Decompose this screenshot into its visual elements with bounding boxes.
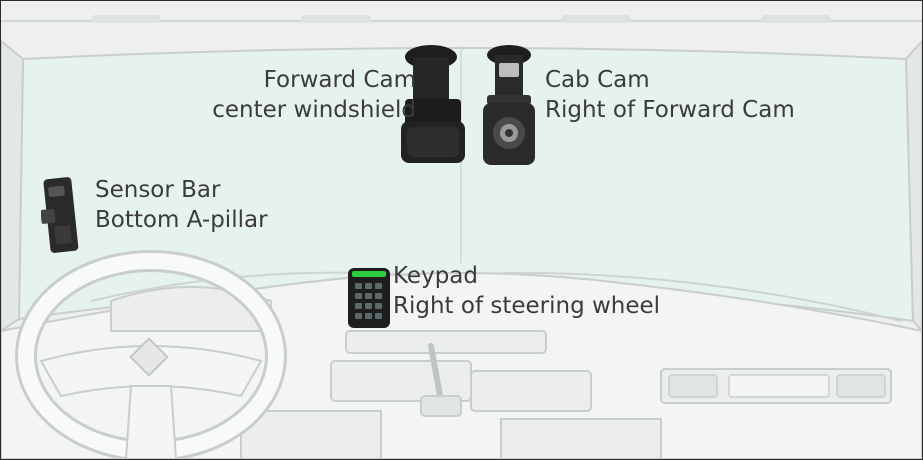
console-panel [470, 370, 592, 412]
sensor-bar-label: Sensor Bar Bottom A-pillar [95, 175, 268, 235]
vehicle-cab-diagram: Forward Cam center windshield Cab Cam Ri… [0, 0, 923, 460]
keypad-device [348, 268, 390, 328]
ceiling-vent [91, 15, 161, 23]
cab-cam-name: Cab Cam [545, 67, 650, 93]
cab-cam-device [483, 45, 535, 165]
cab-cam-label: Cab Cam Right of Forward Cam [545, 65, 795, 125]
cab-cam-location: Right of Forward Cam [545, 97, 795, 123]
dash-vent [668, 374, 718, 398]
console-vent [345, 330, 547, 354]
sensor-bar-name: Sensor Bar [95, 177, 221, 203]
ceiling-vent [561, 15, 631, 23]
keypad-location: Right of steering wheel [393, 293, 661, 319]
sensor-bar-device [41, 177, 79, 253]
keypad-label: Keypad Right of steering wheel [393, 261, 660, 321]
forward-cam-name: Forward Cam [263, 67, 416, 93]
ceiling-vent [301, 15, 371, 23]
forward-cam-location: center windshield [212, 97, 416, 123]
ceiling-vent [761, 15, 831, 23]
left-a-pillar [1, 39, 25, 333]
keypad-name: Keypad [393, 263, 478, 289]
radio-slot [728, 374, 830, 398]
forward-cam-label: Forward Cam center windshield [151, 65, 416, 125]
dash-vent [836, 374, 886, 398]
sensor-bar-location: Bottom A-pillar [95, 207, 268, 233]
